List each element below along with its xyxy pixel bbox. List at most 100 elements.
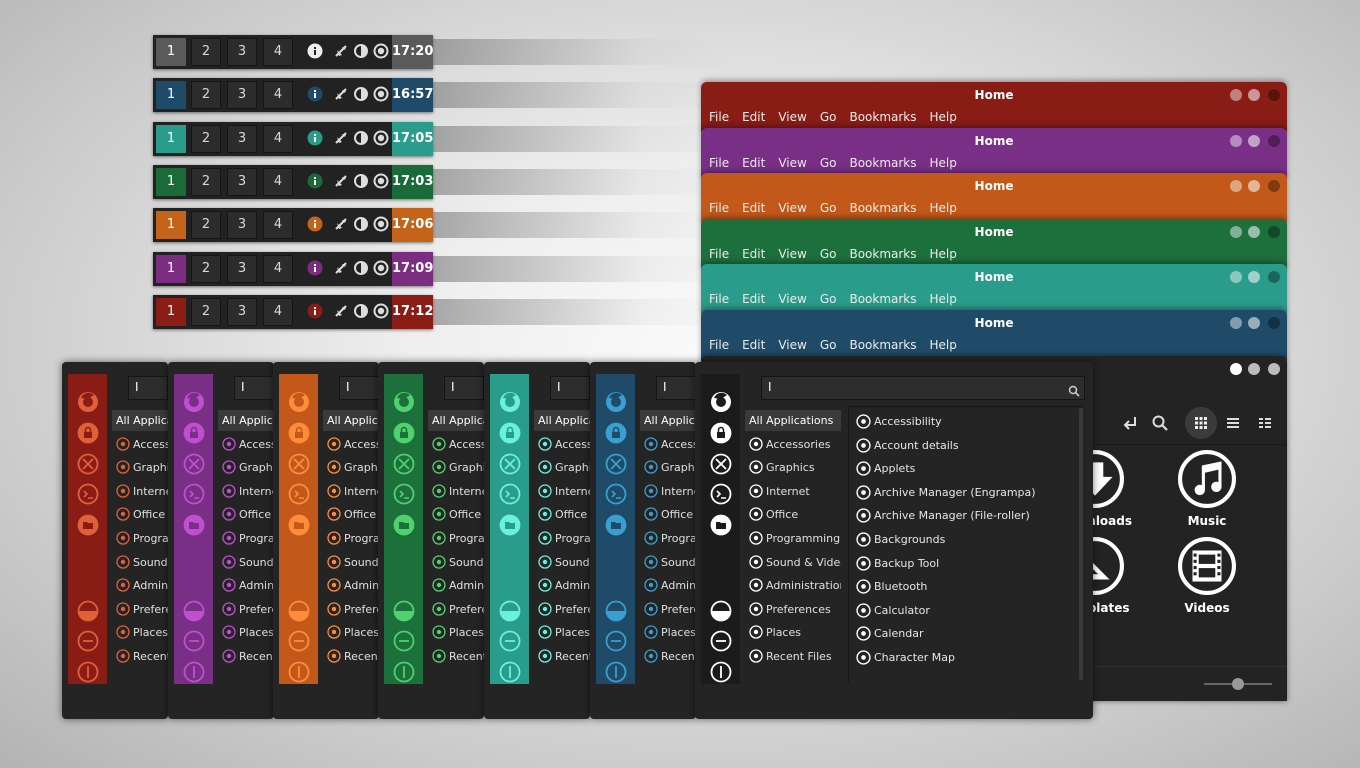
network-off-icon[interactable] [333, 173, 349, 189]
menu-file[interactable]: File [709, 292, 729, 306]
category-preferences[interactable]: Preferences [640, 599, 696, 620]
workspace-button-2[interactable]: 2 [191, 255, 221, 283]
category-office[interactable]: Office [218, 504, 274, 525]
power-status-icon[interactable] [373, 303, 389, 319]
folder-item-videos[interactable]: Videos [1157, 537, 1257, 615]
panel-clock[interactable]: 17:05 [392, 122, 433, 156]
workspace-button-4[interactable]: 4 [263, 298, 293, 326]
category-programming[interactable]: Programming [745, 528, 841, 549]
category-graphics[interactable]: Graphics [323, 457, 379, 478]
enter-arrow-icon[interactable] [1121, 414, 1139, 432]
logout-icon[interactable] [183, 600, 205, 622]
category-recent-files[interactable]: Recent Files [428, 646, 484, 667]
workspace-button-3[interactable]: 3 [227, 255, 257, 283]
power-status-icon[interactable] [373, 43, 389, 59]
category-all-applications[interactable]: All Applications [640, 410, 696, 431]
category-all-applications[interactable]: All Applications [534, 410, 590, 431]
menu-file[interactable]: File [709, 110, 729, 124]
category-all-applications[interactable]: All Applications [218, 410, 274, 431]
logout-icon[interactable] [77, 600, 99, 622]
tools-icon[interactable] [499, 453, 521, 475]
panel-clock[interactable]: 17:06 [392, 208, 433, 242]
workspace-button-1[interactable]: 1 [156, 168, 186, 196]
suspend-icon[interactable] [77, 630, 99, 652]
maximize-dot-icon[interactable] [1248, 180, 1260, 192]
workspace-button-4[interactable]: 4 [263, 125, 293, 153]
menu-file[interactable]: File [709, 156, 729, 170]
menu-view[interactable]: View [778, 201, 806, 215]
category-administration[interactable]: Administration [428, 575, 484, 596]
menu-bookmarks[interactable]: Bookmarks [849, 292, 916, 306]
minimize-dot-icon[interactable] [1268, 226, 1280, 238]
category-accessories[interactable]: Accessories [218, 434, 274, 455]
info-icon[interactable] [307, 173, 323, 189]
network-off-icon[interactable] [333, 303, 349, 319]
menu-go[interactable]: Go [820, 292, 837, 306]
tools-icon[interactable] [288, 453, 310, 475]
power-status-icon[interactable] [373, 260, 389, 276]
category-graphics[interactable]: Graphics [745, 457, 841, 478]
workspace-button-4[interactable]: 4 [263, 255, 293, 283]
menu-edit[interactable]: Edit [742, 201, 765, 215]
power-status-icon[interactable] [373, 216, 389, 232]
category-graphics[interactable]: Graphics [428, 457, 484, 478]
info-icon[interactable] [307, 86, 323, 102]
info-icon[interactable] [307, 130, 323, 146]
power-status-icon[interactable] [373, 86, 389, 102]
category-programming[interactable]: Programming [640, 528, 696, 549]
category-graphics[interactable]: Graphics [112, 457, 168, 478]
workspace-button-4[interactable]: 4 [263, 81, 293, 109]
category-administration[interactable]: Administration [745, 575, 841, 596]
workspace-button-2[interactable]: 2 [191, 168, 221, 196]
suspend-icon[interactable] [499, 630, 521, 652]
workspace-button-3[interactable]: 3 [227, 38, 257, 66]
menu-help[interactable]: Help [930, 201, 957, 215]
power-icon[interactable] [605, 661, 627, 683]
list-view-icon[interactable] [1227, 417, 1239, 429]
search-input[interactable]: I [128, 376, 168, 400]
menu-bookmarks[interactable]: Bookmarks [849, 201, 916, 215]
browser-icon[interactable] [288, 391, 310, 413]
menu-go[interactable]: Go [820, 201, 837, 215]
menu-edit[interactable]: Edit [742, 110, 765, 124]
workspace-button-2[interactable]: 2 [191, 298, 221, 326]
category-accessories[interactable]: Accessories [640, 434, 696, 455]
terminal-icon[interactable] [183, 483, 205, 505]
volume-icon[interactable] [353, 86, 369, 102]
maximize-dot-icon[interactable] [1248, 89, 1260, 101]
workspace-button-2[interactable]: 2 [191, 211, 221, 239]
workspace-button-2[interactable]: 2 [191, 125, 221, 153]
menu-view[interactable]: View [778, 156, 806, 170]
minimize-dot-icon[interactable] [1268, 180, 1280, 192]
category-office[interactable]: Office [323, 504, 379, 525]
category-administration[interactable]: Administration [112, 575, 168, 596]
category-places[interactable]: Places [534, 622, 590, 643]
category-administration[interactable]: Administration [640, 575, 696, 596]
category-graphics[interactable]: Graphics [640, 457, 696, 478]
terminal-icon[interactable] [499, 483, 521, 505]
tools-icon[interactable] [605, 453, 627, 475]
lock-icon[interactable] [393, 422, 415, 444]
maximize-dot-icon[interactable] [1248, 226, 1260, 238]
menu-view[interactable]: View [778, 247, 806, 261]
category-programming[interactable]: Programming [428, 528, 484, 549]
folder-icon[interactable] [288, 514, 310, 536]
category-accessories[interactable]: Accessories [534, 434, 590, 455]
minimize-dot-icon[interactable] [1268, 317, 1280, 329]
workspace-button-3[interactable]: 3 [227, 211, 257, 239]
maximize-dot-icon[interactable] [1248, 317, 1260, 329]
menu-help[interactable]: Help [930, 247, 957, 261]
menu-file[interactable]: File [709, 201, 729, 215]
lock-icon[interactable] [710, 422, 732, 444]
browser-icon[interactable] [77, 391, 99, 413]
category-office[interactable]: Office [534, 504, 590, 525]
category-preferences[interactable]: Preferences [428, 599, 484, 620]
power-icon[interactable] [393, 661, 415, 683]
network-off-icon[interactable] [333, 86, 349, 102]
folder-item-music[interactable]: Music [1157, 450, 1257, 528]
info-icon[interactable] [307, 260, 323, 276]
menu-go[interactable]: Go [820, 156, 837, 170]
category-preferences[interactable]: Preferences [534, 599, 590, 620]
suspend-icon[interactable] [605, 630, 627, 652]
category-internet[interactable]: Internet [112, 481, 168, 502]
